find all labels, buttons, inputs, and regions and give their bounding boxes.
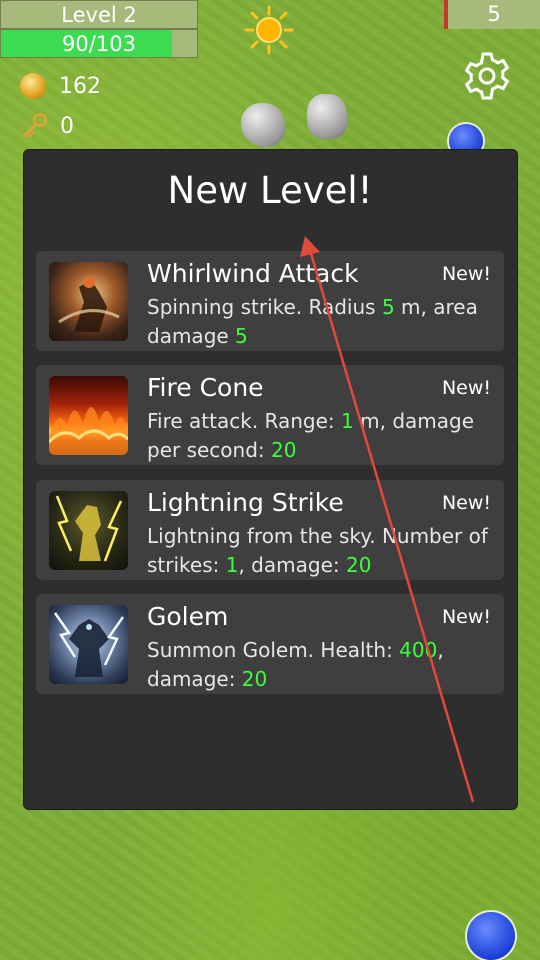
coin-icon xyxy=(20,73,46,99)
xp-text: 90/103 xyxy=(62,32,136,56)
ability-name: Whirlwind Attack xyxy=(147,259,359,288)
new-badge: New! xyxy=(441,377,491,399)
ability-name: Fire Cone xyxy=(147,373,264,402)
lightning-warrior-icon xyxy=(49,491,128,570)
ability-name: Lightning Strike xyxy=(147,488,344,517)
ability-description: Spinning strike. Radius 5 m, area damage… xyxy=(147,295,478,348)
rock xyxy=(307,94,347,139)
ability-card-golem[interactable]: Golem New! Summon Golem. Health: 400, da… xyxy=(36,594,504,694)
ability-description: Fire attack. Range: 1 m, damage per seco… xyxy=(147,409,475,462)
xp-bar: 90/103 xyxy=(0,29,198,58)
new-badge: New! xyxy=(441,606,491,628)
spiky-blue-enemy xyxy=(467,912,515,960)
new-badge: New! xyxy=(441,492,491,514)
ability-card-whirlwind[interactable]: Whirlwind Attack New! Spinning strike. R… xyxy=(36,251,504,351)
ability-description: Lightning from the sky. Number of strike… xyxy=(147,524,488,577)
fire-wall-icon xyxy=(49,376,128,455)
dialog-title: New Level! xyxy=(167,169,373,212)
storm-golem-icon xyxy=(49,605,128,684)
new-badge: New! xyxy=(441,263,491,285)
ability-description: Summon Golem. Health: 400, damage: 20 xyxy=(147,638,444,691)
level-indicator: Level 2 xyxy=(0,0,198,29)
key-count: 0 xyxy=(60,113,74,139)
ability-card-fire-cone[interactable]: Fire Cone New! Fire attack. Range: 1 m, … xyxy=(36,365,504,465)
wave-counter: 5 xyxy=(444,0,540,29)
warrior-whirlwind-icon xyxy=(49,262,128,341)
coin-count: 162 xyxy=(59,73,101,99)
coin-counter: 162 xyxy=(20,73,101,99)
sun-icon xyxy=(244,5,294,55)
ability-name: Golem xyxy=(147,602,229,631)
ability-card-lightning[interactable]: Lightning Strike New! Lightning from the… xyxy=(36,480,504,580)
key-icon xyxy=(22,113,47,138)
rock xyxy=(241,103,285,147)
key-counter: 0 xyxy=(20,112,74,140)
settings-gear-icon[interactable] xyxy=(461,50,513,102)
